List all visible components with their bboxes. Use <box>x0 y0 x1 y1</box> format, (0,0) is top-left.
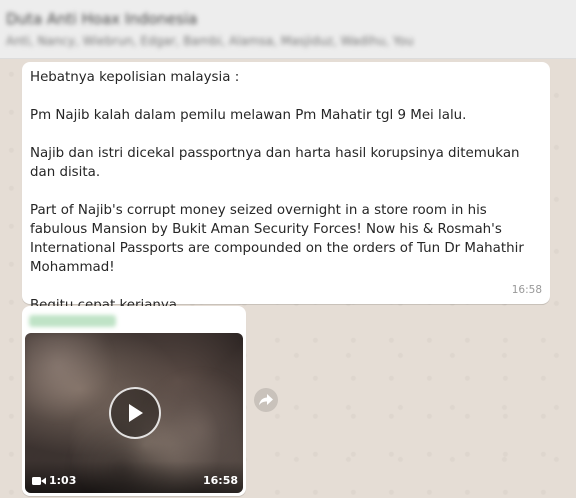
video-time: 16:58 <box>202 474 238 487</box>
chat-header[interactable]: Duta Anti Hoax Indonesia Anti, Nancy, Wi… <box>0 0 576 59</box>
sender-name-redacted <box>29 315 116 327</box>
chat-title[interactable]: Duta Anti Hoax Indonesia <box>6 10 197 28</box>
video-camera-icon <box>32 476 46 485</box>
message-paragraph: Hebatnya kepolisian malaysia : <box>30 70 240 85</box>
message-bubble[interactable]: Hebatnya kepolisian malaysia : Pm Najib … <box>22 62 550 313</box>
video-message-bubble[interactable]: 1:03 16:58 <box>22 306 246 496</box>
video-thumbnail[interactable]: 1:03 16:58 <box>25 333 243 493</box>
forward-icon <box>259 394 273 406</box>
video-duration: 1:03 <box>32 474 76 487</box>
video-duration-text: 1:03 <box>49 474 77 487</box>
chat-members: Anti, Nancy, Wiebrun, Edgar, Bambi, Alam… <box>6 34 414 48</box>
message-paragraph: Pm Najib kalah dalam pemilu melawan Pm M… <box>30 108 467 123</box>
forward-button[interactable] <box>254 388 278 412</box>
play-icon <box>129 404 143 422</box>
play-button[interactable] <box>109 387 161 439</box>
message-paragraph: Najib dan istri dicekal passportnya dan … <box>30 146 520 180</box>
message-paragraph: Part of Najib's corrupt money seized ove… <box>30 203 524 275</box>
message-time: 16:58 <box>511 284 542 296</box>
